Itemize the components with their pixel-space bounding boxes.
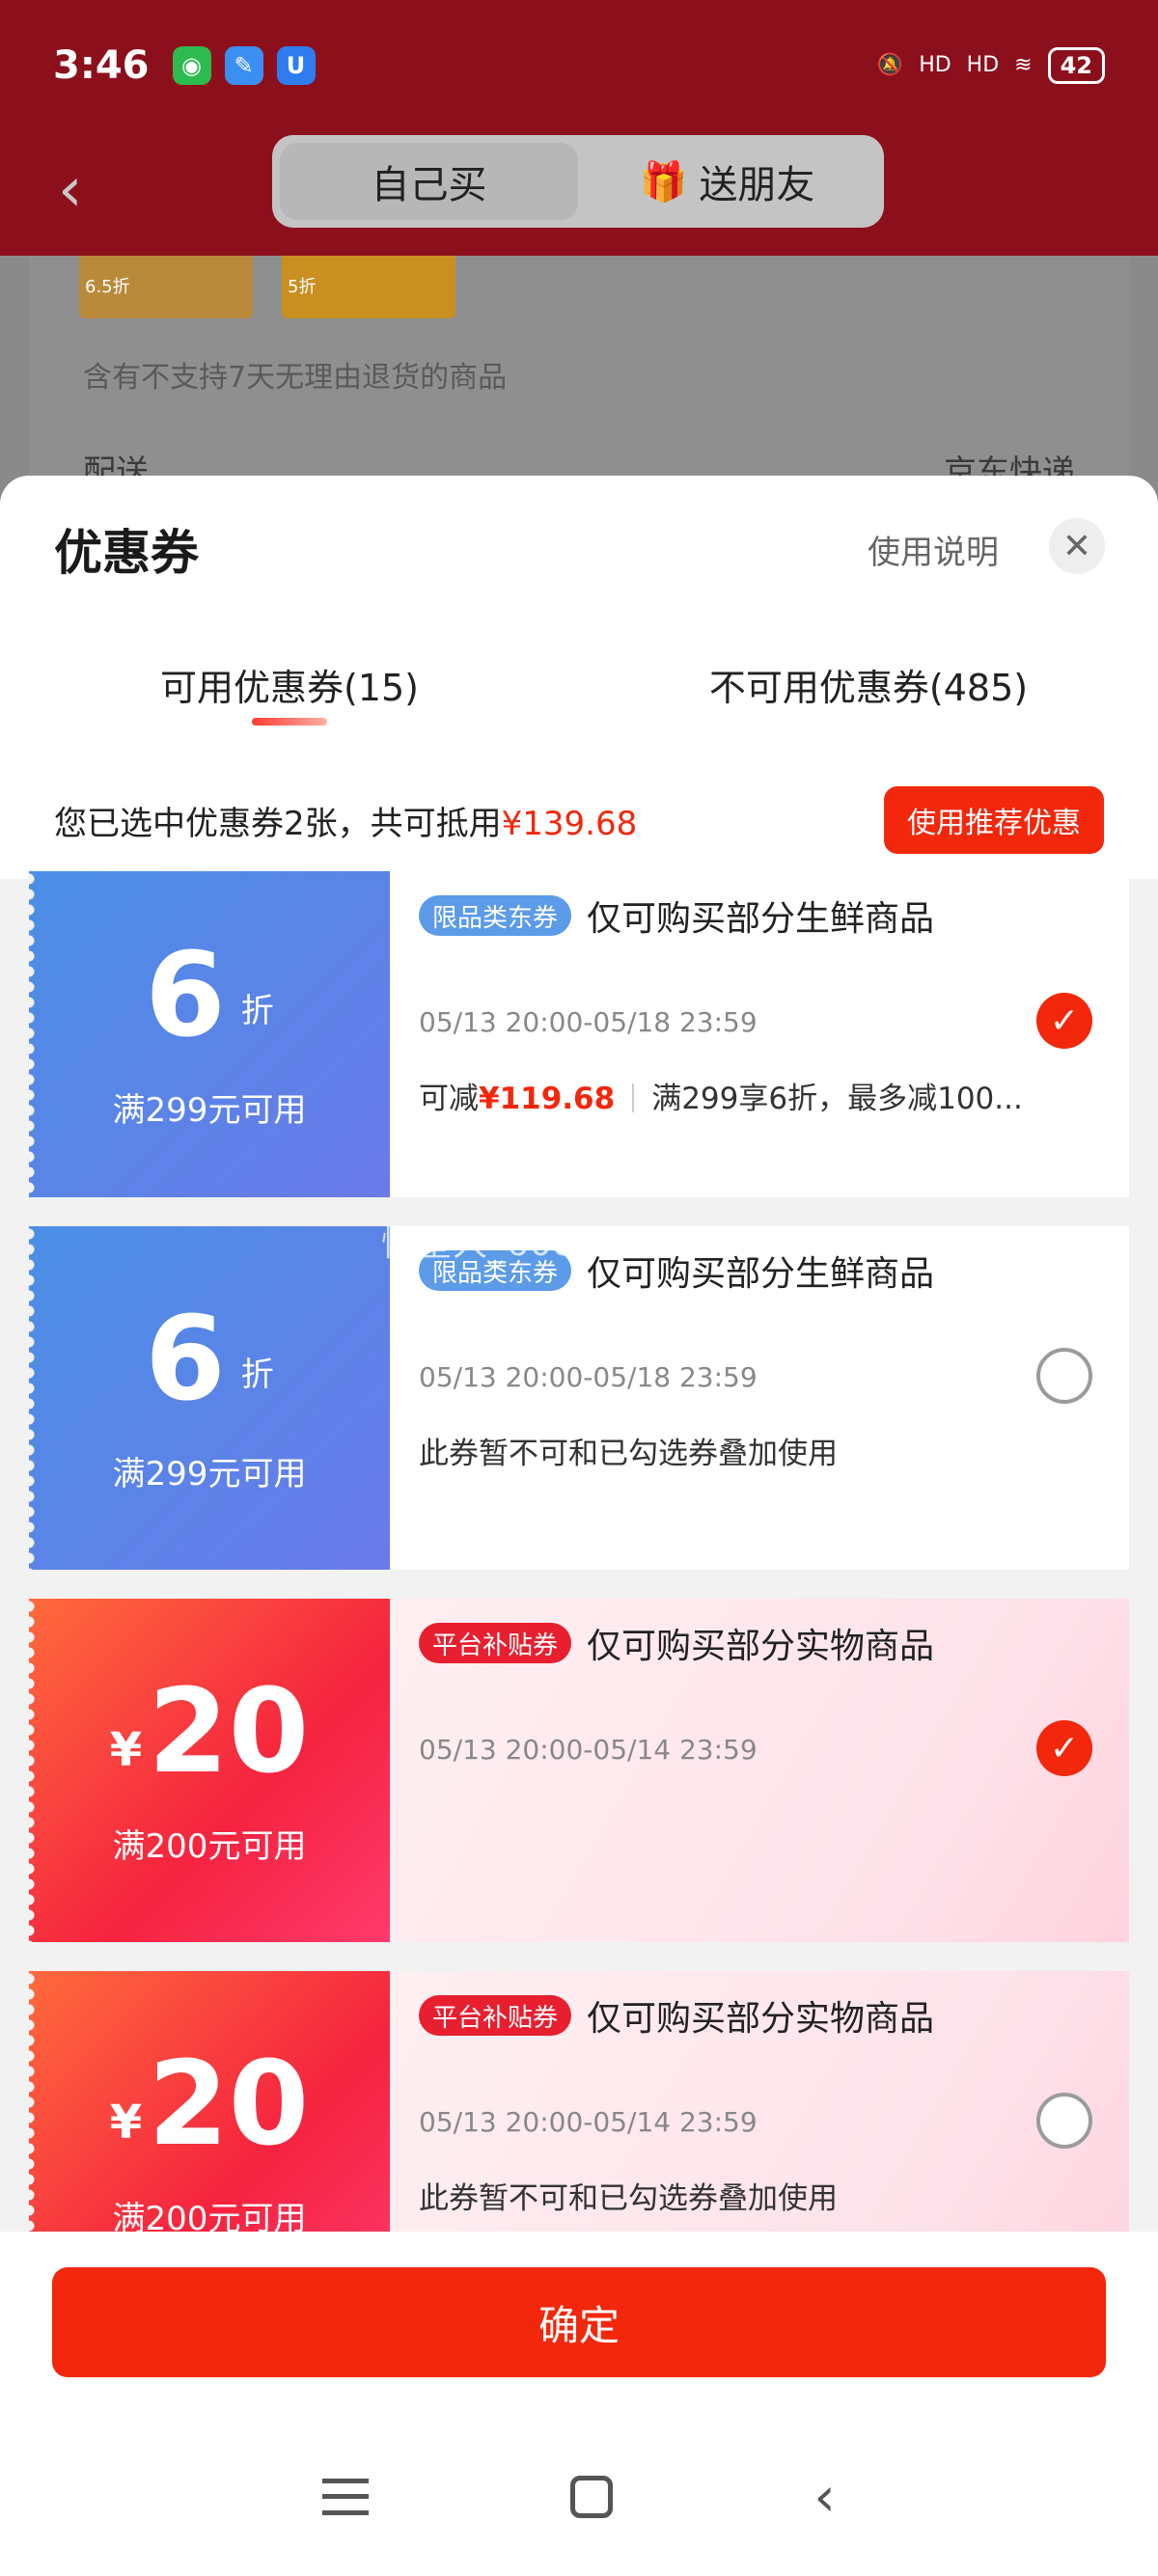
menu-icon[interactable] xyxy=(322,2479,370,2515)
coupon-tag: 限品类东券 xyxy=(419,895,572,936)
coupon-unit: 折 xyxy=(240,1355,274,1394)
use-recommended-button[interactable]: 使用推荐优惠 xyxy=(884,786,1104,854)
wifi-icon: ≋ xyxy=(1014,53,1033,77)
coupon-title: 仅可购买部分实物商品 xyxy=(587,1627,935,1666)
coupon-card[interactable]: ¥20 满200元可用 平台补贴券 仅可购买部分实物商品 05/13 20:00-… xyxy=(29,1599,1129,1942)
battery-indicator: 42 xyxy=(1047,46,1105,84)
back-arrow-icon[interactable]: ‹ xyxy=(58,154,83,226)
return-policy-note: 含有不支持7天无理由退货的商品 xyxy=(83,361,508,395)
coupon-condition: 满299元可用 xyxy=(112,1090,307,1130)
purchase-mode-switch: 自己买 🎁 送朋友 xyxy=(272,135,884,228)
summary-prefix: 您已选中优惠券2张，共可抵用 xyxy=(54,804,502,843)
sheet-header: 优惠券 使用说明 ✕ 可用优惠券(15) 不可用优惠券(485) xyxy=(0,476,1158,763)
coupon-title: 仅可购买部分实物商品 xyxy=(587,1999,935,2039)
coupon-checkbox-unchecked[interactable] xyxy=(1036,2093,1092,2149)
tab-available-coupons[interactable]: 可用优惠券(15) xyxy=(0,644,579,731)
coupon-card[interactable]: 6折 满299元可用 限品类东券 仅可购买部分生鲜商品 05/13 20:00-0… xyxy=(29,1226,1129,1570)
coupon-condition: 满299元可用 xyxy=(112,1454,307,1494)
sheet-title: 优惠券 xyxy=(54,525,199,581)
coupon-unit: 折 xyxy=(240,991,274,1030)
tab-gift-label: 送朋友 xyxy=(699,163,815,207)
coupon-save-amount: ¥119.68 xyxy=(479,1082,616,1116)
status-bar: 3:46 ◉ ✎ U 🔕 HD HD ≋ 42 xyxy=(0,0,1158,130)
coupon-list: 6折 满299元可用 限品类东券 仅可购买部分生鲜商品 05/13 20:00-0… xyxy=(0,871,1158,2315)
coupon-value-panel: ¥20 满200元可用 xyxy=(29,1599,390,1942)
security-app-icon: U xyxy=(276,45,316,85)
coupon-edge xyxy=(29,1226,37,1570)
wechat-icon: ◉ xyxy=(172,45,211,85)
coupon-tabs: 可用优惠券(15) 不可用优惠券(485) xyxy=(0,644,1158,731)
coupon-description: 此券暂不可和已勾选券叠加使用 xyxy=(419,2181,838,2216)
coupon-checkbox-checked[interactable]: ✓ xyxy=(1036,1720,1092,1776)
tab-active-indicator xyxy=(252,718,327,726)
tab-self-buy-label: 自己买 xyxy=(371,163,487,207)
coupon-value: ¥20 xyxy=(109,2037,310,2172)
coupon-value-panel: 6折 满299元可用 xyxy=(29,871,390,1197)
footer-bar: 确定 ‹ xyxy=(0,2232,1158,2576)
selection-summary: 您已选中优惠券2张，共可抵用¥139.68 使用推荐优惠 xyxy=(0,761,1158,879)
usage-instructions-link[interactable]: 使用说明 xyxy=(868,526,999,573)
signal-icon-2: HD xyxy=(966,53,1000,77)
coupon-condition: 满200元可用 xyxy=(112,1826,307,1866)
coupon-value: 6折 xyxy=(145,1292,274,1427)
gift-icon: 🎁 xyxy=(639,159,688,205)
back-icon[interactable]: ‹ xyxy=(813,2466,835,2529)
message-app-icon: ✎ xyxy=(224,45,263,85)
coupon-edge xyxy=(29,1599,37,1942)
system-navigation: ‹ xyxy=(0,2449,1158,2545)
coupon-value-panel: 6折 满299元可用 xyxy=(29,1226,390,1570)
status-time: 3:46 xyxy=(53,42,150,88)
coupon-validity: 05/13 20:00-05/14 23:59 xyxy=(419,1734,758,1766)
coupon-title: 仅可购买部分生鲜商品 xyxy=(587,899,935,939)
coupon-value: 6折 xyxy=(145,928,274,1063)
coupon-checkbox-checked[interactable]: ✓ xyxy=(1036,993,1092,1049)
signal-icon-1: HD xyxy=(919,53,951,77)
summary-amount: ¥139.68 xyxy=(501,804,638,843)
watermark-text: 慢星人_6087029SC xyxy=(381,1224,717,1264)
currency-symbol: ¥ xyxy=(109,1722,143,1777)
coupon-checkbox-unchecked[interactable] xyxy=(1036,1348,1092,1404)
separator xyxy=(632,1083,635,1112)
product-thumb-2: 5折 xyxy=(282,256,455,318)
status-icons: 🔕 HD HD ≋ 42 xyxy=(876,46,1105,84)
coupon-description: 可减¥119.68 满299享6折，最多减100... xyxy=(419,1082,1023,1116)
currency-symbol: ¥ xyxy=(109,2095,143,2150)
coupon-description: 此券暂不可和已勾选券叠加使用 xyxy=(419,1437,838,1471)
top-bar: 3:46 ◉ ✎ U 🔕 HD HD ≋ 42 ‹ 自己买 🎁 送朋友 xyxy=(0,0,1158,256)
product-thumb-1: 6.5折 xyxy=(79,256,253,318)
tab-available-label: 可用优惠券(15) xyxy=(159,667,419,709)
coupon-value: ¥20 xyxy=(109,1664,310,1799)
summary-text: 您已选中优惠券2张，共可抵用¥139.68 xyxy=(54,797,637,844)
tab-unavailable-coupons[interactable]: 不可用优惠券(485) xyxy=(579,644,1158,731)
tab-gift-friend[interactable]: 🎁 送朋友 xyxy=(578,143,876,220)
coupon-tag: 平台补贴券 xyxy=(419,1995,572,2036)
confirm-button[interactable]: 确定 xyxy=(52,2267,1106,2377)
coupon-tag: 平台补贴券 xyxy=(419,1623,572,1663)
coupon-validity: 05/13 20:00-05/18 23:59 xyxy=(419,1361,758,1393)
close-icon[interactable]: ✕ xyxy=(1049,518,1105,574)
coupon-info: 限品类东券 仅可购买部分生鲜商品 05/13 20:00-05/18 23:59 … xyxy=(390,871,1129,1197)
coupon-edge xyxy=(29,871,37,1197)
tab-unavailable-label: 不可用优惠券(485) xyxy=(708,667,1029,709)
coupon-validity: 05/13 20:00-05/14 23:59 xyxy=(419,2106,758,2138)
coupon-info: 限品类东券 仅可购买部分生鲜商品 05/13 20:00-05/18 23:59 … xyxy=(390,1226,1129,1570)
coupon-card[interactable]: 6折 满299元可用 限品类东券 仅可购买部分生鲜商品 05/13 20:00-0… xyxy=(29,871,1129,1197)
coupon-info: 平台补贴券 仅可购买部分实物商品 05/13 20:00-05/14 23:59 … xyxy=(390,1599,1129,1942)
tab-self-buy[interactable]: 自己买 xyxy=(280,143,578,220)
mute-icon: 🔕 xyxy=(876,53,904,77)
home-icon[interactable] xyxy=(569,2476,613,2518)
coupon-validity: 05/13 20:00-05/18 23:59 xyxy=(419,1006,758,1038)
